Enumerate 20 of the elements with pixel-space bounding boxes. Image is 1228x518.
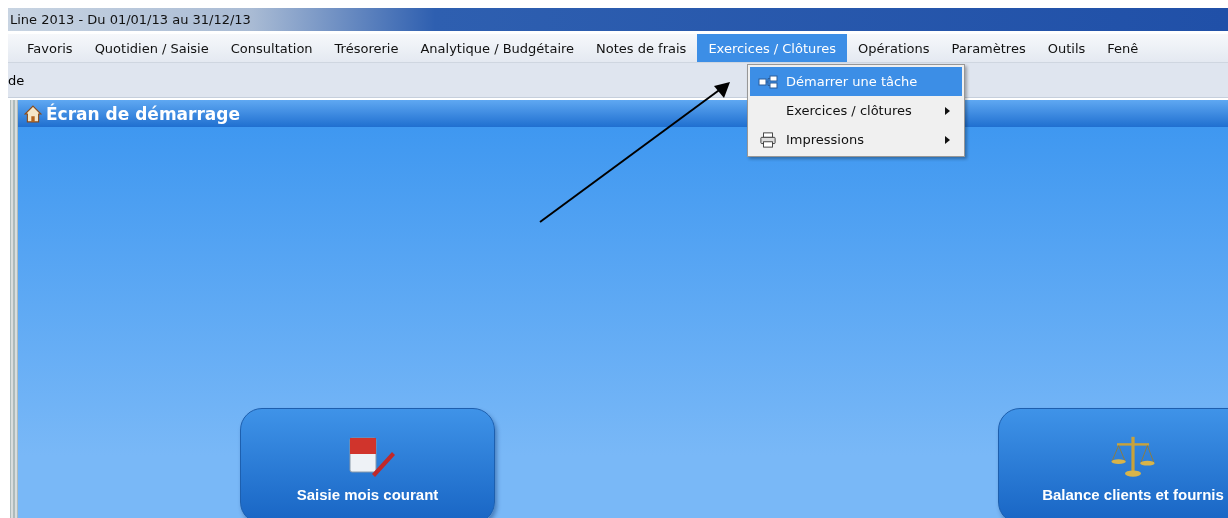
home-icon	[24, 104, 42, 123]
menu-item[interactable]: Fenê	[1096, 34, 1150, 62]
menu-item[interactable]: Favoris	[16, 34, 84, 62]
menu-item[interactable]: Opérations	[847, 34, 941, 62]
menu-item[interactable]: Paramètres	[940, 34, 1037, 62]
menu-item[interactable]: Trésorerie	[323, 34, 410, 62]
shortcut-tile[interactable]: Balance clients et fournis	[998, 408, 1228, 518]
panel-title: Écran de démarrage	[46, 103, 240, 124]
printer-icon	[758, 131, 778, 148]
menu-item[interactable]: Quotidien / Saisie	[83, 34, 220, 62]
menu-item[interactable]: Exercices / clôtures	[750, 96, 962, 125]
window-title: Line 2013 - Du 01/01/13 au 31/12/13	[10, 12, 251, 27]
shortcut-tile[interactable]: Saisie mois courant	[240, 408, 495, 518]
menu-item[interactable]: Impressions	[750, 125, 962, 154]
flowchart-icon	[758, 73, 778, 90]
menu-item[interactable]: Notes de frais	[585, 34, 698, 62]
menu-item[interactable]: Consultation	[219, 34, 324, 62]
toolbar-text: de	[8, 72, 25, 88]
menu-item[interactable]: Analytique / Budgétaire	[409, 34, 586, 62]
menu-item[interactable]: Outils	[1036, 34, 1097, 62]
